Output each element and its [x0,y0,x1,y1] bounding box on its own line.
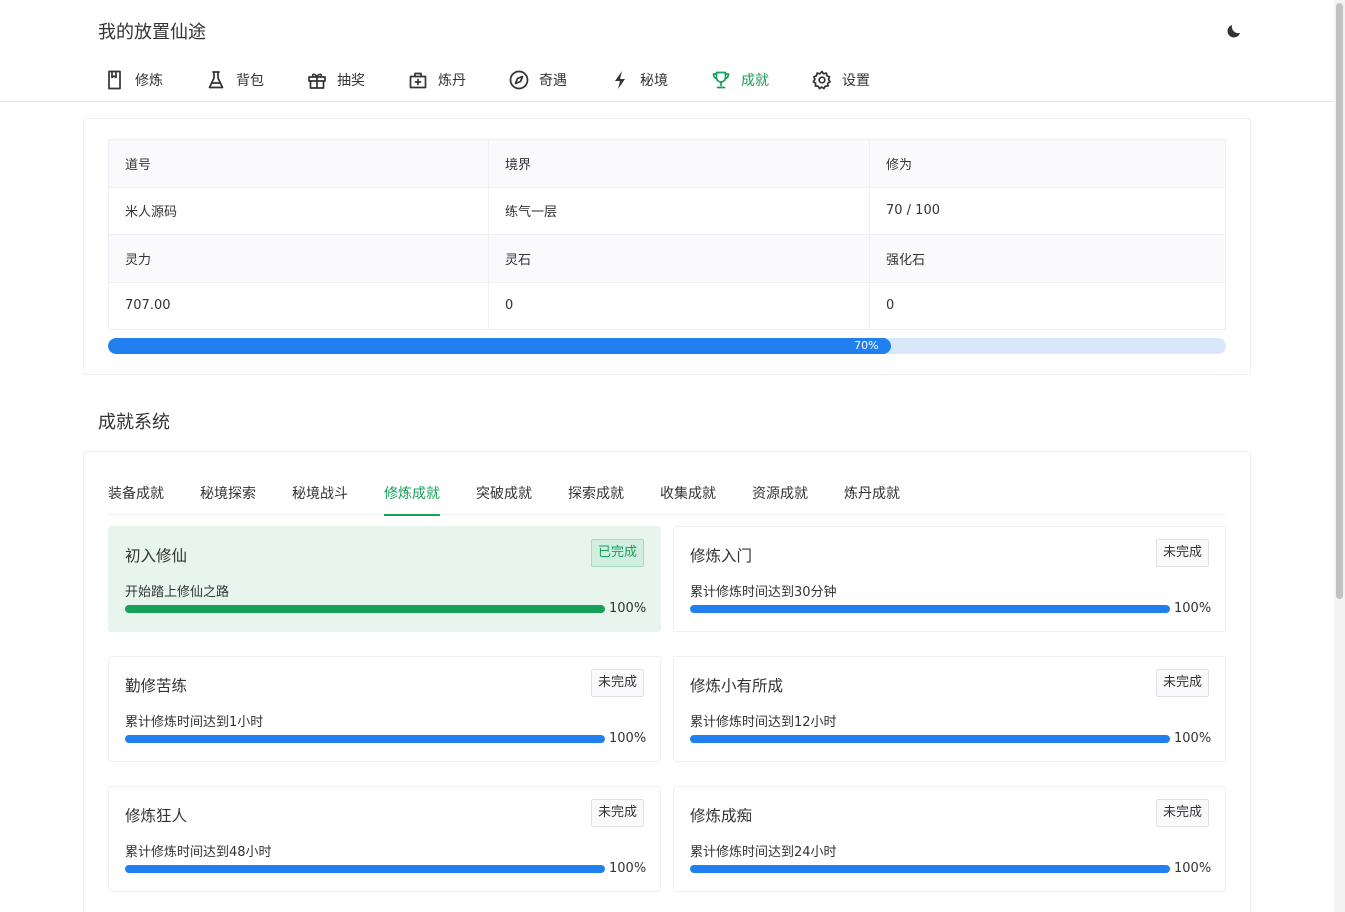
nav-item-label: 秘境 [640,73,668,89]
nav-item-cultivate[interactable]: 修炼 [95,64,173,96]
achievement-name: 勤修苦练 [125,677,188,695]
achievement-desc: 开始踏上修仙之路 [125,585,230,600]
status-badge: 未完成 [1155,799,1209,827]
table-row: 707.00 0 0 [108,281,1226,330]
nav-item-label: 背包 [236,73,264,89]
lightning-icon [610,70,630,90]
status-badge: 未完成 [1155,669,1209,697]
nav-item-label: 奇遇 [539,73,567,89]
achievement-progress-bar [125,735,605,743]
tab-collection[interactable]: 收集成就 [660,480,716,515]
progress-fill: 70% [108,338,891,354]
nav-item-encounter[interactable]: 奇遇 [499,64,577,96]
nav-item-alchemy[interactable]: 炼丹 [398,64,476,96]
achievement-tabs: 装备成就 秘境探索 秘境战斗 修炼成就 突破成就 探索成就 收集成就 资源成就 … [108,480,1226,516]
table-row: 米人源码 练气一层 70 / 100 [108,186,1226,235]
achievement-percent: 100% [609,861,647,876]
achievement-name: 修炼狂人 [125,807,188,825]
app-header: 我的放置仙途 修炼 背包 抽奖 炼丹 奇遇 秘境 成就 设置 [0,0,1334,102]
achievement-item: 修炼小有所成 未完成 累计修炼时间达到12小时 100% [673,656,1226,762]
tab-realm-battle[interactable]: 秘境战斗 [292,480,348,515]
page-scrollbar[interactable] [1334,0,1345,912]
achievement-desc: 累计修炼时间达到12小时 [690,715,837,730]
achievement-percent: 100% [1174,601,1212,616]
table-header-cell: 道号 [108,139,489,188]
status-badge: 未完成 [1155,539,1209,567]
achievement-progress-bar [125,605,605,613]
tab-exploration[interactable]: 探索成就 [568,480,624,515]
table-cell: 0 [488,281,870,330]
achievement-percent: 100% [609,731,647,746]
medkit-icon [408,70,428,90]
achievement-desc: 累计修炼时间达到24小时 [690,845,837,860]
achievement-item: 修炼狂人 未完成 累计修炼时间达到48小时 100% [108,786,661,892]
achievement-item: 修炼入门 未完成 累计修炼时间达到30分钟 100% [673,526,1226,632]
table-header-cell: 境界 [488,139,870,188]
scrollbar-thumb[interactable] [1336,3,1343,599]
status-badge: 未完成 [590,669,644,697]
progress-label: 70% [854,339,879,352]
table-cell: 70 / 100 [869,186,1226,235]
table-cell: 707.00 [108,281,489,330]
achievement-progress-bar [690,735,1170,743]
achievement-item: 初入修仙 已完成 开始踏上修仙之路 100% [108,526,661,632]
nav-item-backpack[interactable]: 背包 [196,64,274,96]
nav-item-label: 成就 [741,73,769,89]
app-title: 我的放置仙途 [98,22,206,43]
achievement-percent: 100% [1174,731,1212,746]
status-badge: 已完成 [590,539,644,567]
achievement-name: 修炼入门 [690,547,753,565]
section-title: 成就系统 [98,412,170,433]
achievement-name: 初入修仙 [125,547,188,565]
gift-icon [307,70,327,90]
player-stats-card: 道号 境界 修为 米人源码 练气一层 70 / 100 灵力 灵石 强化石 70… [83,118,1251,375]
achievement-desc: 累计修炼时间达到48小时 [125,845,272,860]
table-header-cell: 修为 [869,139,1226,188]
compass-icon [509,70,529,90]
nav-item-settings[interactable]: 设置 [802,64,880,96]
achievement-name: 修炼成痴 [690,807,753,825]
achievement-item: 修炼成痴 未完成 累计修炼时间达到24小时 100% [673,786,1226,892]
moon-icon[interactable] [1222,19,1246,43]
nav-item-label: 修炼 [135,73,163,89]
achievement-percent: 100% [1174,861,1212,876]
table-row: 灵力 灵石 强化石 [108,234,1226,283]
achievements-card: 装备成就 秘境探索 秘境战斗 修炼成就 突破成就 探索成就 收集成就 资源成就 … [83,451,1251,912]
table-cell: 练气一层 [488,186,870,235]
tab-realm-explore[interactable]: 秘境探索 [200,480,256,515]
tab-alchemy[interactable]: 炼丹成就 [844,480,900,515]
trophy-icon [711,70,731,90]
gear-icon [812,70,832,90]
achievement-progress-bar [690,865,1170,873]
tab-resources[interactable]: 资源成就 [752,480,808,515]
achievement-progress-bar [125,865,605,873]
cultivation-progress-bar: 70% [108,338,1226,354]
nav-item-label: 设置 [842,73,870,89]
tab-equipment[interactable]: 装备成就 [108,480,164,515]
nav-item-label: 炼丹 [438,73,466,89]
achievement-desc: 累计修炼时间达到1小时 [125,715,264,730]
table-header-cell: 强化石 [869,234,1226,283]
achievement-desc: 累计修炼时间达到30分钟 [690,585,837,600]
table-row: 道号 境界 修为 [108,139,1226,188]
table-cell: 米人源码 [108,186,489,235]
achievement-name: 修炼小有所成 [690,677,784,695]
achievement-progress-bar [690,605,1170,613]
table-cell: 0 [869,281,1226,330]
tab-breakthrough[interactable]: 突破成就 [476,480,532,515]
achievement-item: 勤修苦练 未完成 累计修炼时间达到1小时 100% [108,656,661,762]
nav-item-lottery[interactable]: 抽奖 [297,64,375,96]
flask-icon [206,70,226,90]
table-header-cell: 灵石 [488,234,870,283]
nav-item-label: 抽奖 [337,73,365,89]
main-nav: 修炼 背包 抽奖 炼丹 奇遇 秘境 成就 设置 [95,64,903,96]
player-stats-table: 道号 境界 修为 米人源码 练气一层 70 / 100 灵力 灵石 强化石 70… [108,139,1226,330]
book-icon [105,70,125,90]
achievement-percent: 100% [609,601,647,616]
nav-item-secret-realm[interactable]: 秘境 [600,64,678,96]
tab-cultivation[interactable]: 修炼成就 [384,480,440,516]
status-badge: 未完成 [590,799,644,827]
table-header-cell: 灵力 [108,234,489,283]
nav-item-achievements[interactable]: 成就 [701,64,779,96]
